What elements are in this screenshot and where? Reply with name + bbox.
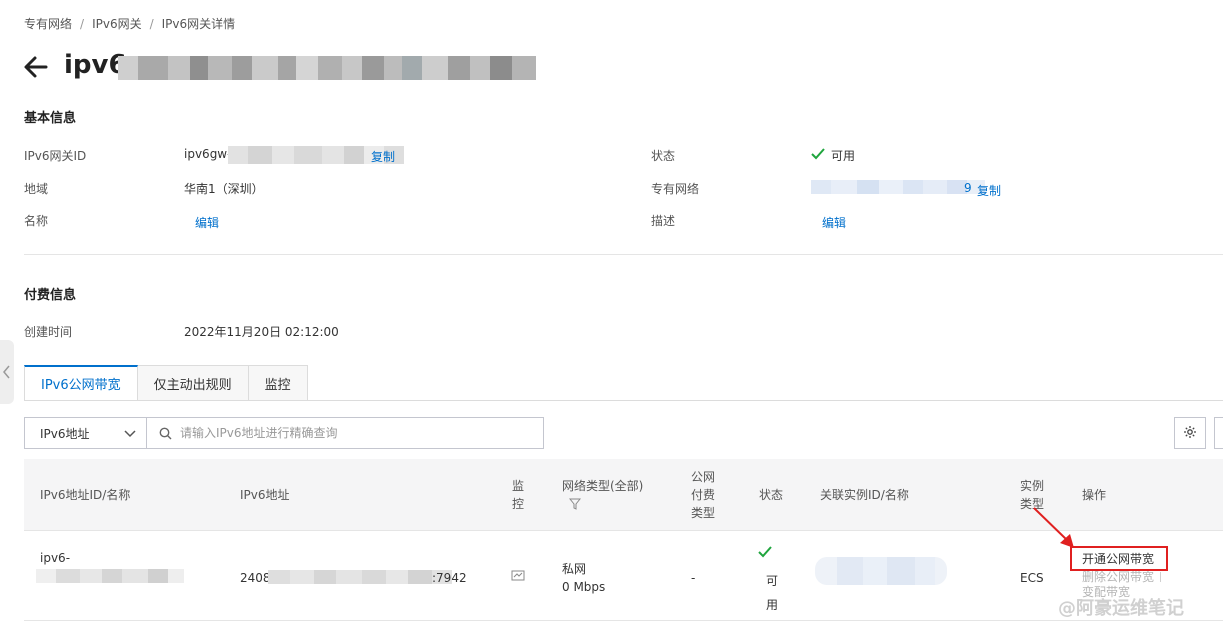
row-bandwidth: 0 Mbps <box>562 580 606 594</box>
tab-ipv6-public-bandwidth[interactable]: IPv6公网带宽 <box>24 365 138 401</box>
copy-gateway-id-link[interactable]: 复制 <box>371 148 395 165</box>
edit-name-link[interactable]: 编辑 <box>195 214 219 231</box>
action-divider <box>1160 572 1161 582</box>
status-value: 可用 <box>831 149 856 163</box>
breadcrumb-separator: / <box>149 17 154 31</box>
edit-description-link[interactable]: 编辑 <box>822 214 846 231</box>
row-address-redacted <box>268 570 452 584</box>
created-at-label: 创建时间 <box>24 325 73 339</box>
gateway-id-label: IPv6网关ID <box>24 149 87 163</box>
gateway-id-value: ipv6gw- <box>184 147 232 161</box>
tab-bar-underline <box>24 400 1223 401</box>
column-header-monitor: 监控 <box>512 479 525 511</box>
row-instance-type: ECS <box>1020 571 1044 585</box>
status-label: 状态 <box>651 149 676 163</box>
column-header-status: 状态 <box>759 488 784 502</box>
row-id-prefix: ipv6- <box>40 551 71 565</box>
row-billing-type: - <box>691 571 696 585</box>
name-label: 名称 <box>24 214 49 228</box>
search-icon <box>159 427 172 440</box>
status-check-icon <box>758 546 772 558</box>
sidebar-collapse-handle[interactable] <box>0 340 14 404</box>
created-at-value: 2022年11月20日 02:12:00 <box>184 325 339 339</box>
annotation-arrow <box>1033 507 1074 548</box>
annotation-highlight-box <box>1070 546 1168 571</box>
tab-monitor[interactable]: 监控 <box>248 365 308 401</box>
table-settings-button[interactable] <box>1174 417 1206 449</box>
description-label: 描述 <box>651 214 676 228</box>
row-id-redacted <box>36 569 184 583</box>
table-row-divider <box>24 620 1223 621</box>
search-box <box>146 417 544 449</box>
gear-icon <box>1183 425 1197 442</box>
column-header-address: IPv6地址 <box>240 488 290 502</box>
vpc-id-value[interactable]: 9 <box>964 181 972 195</box>
search-input[interactable] <box>180 426 520 440</box>
row-status: 可用 <box>766 574 779 612</box>
breadcrumb-separator: / <box>80 17 85 31</box>
column-header-actions: 操作 <box>1082 488 1107 502</box>
chevron-down-icon <box>124 428 136 438</box>
row-address-suffix: :7942 <box>432 571 467 585</box>
column-header-network-type[interactable]: 网络类型(全部) <box>562 477 643 495</box>
search-field-select-value: IPv6地址 <box>40 426 90 441</box>
row-address-prefix: 2408 <box>240 571 271 585</box>
search-field-select[interactable]: IPv6地址 <box>24 417 147 449</box>
region-value: 华南1（深圳） <box>184 182 264 196</box>
vpc-label: 专有网络 <box>651 182 700 196</box>
column-header-id-name: IPv6地址ID/名称 <box>40 488 131 502</box>
breadcrumb-item-vpc[interactable]: 专有网络 <box>24 17 72 31</box>
back-arrow-icon[interactable] <box>22 52 52 82</box>
breadcrumb-item-ipv6-gateway[interactable]: IPv6网关 <box>92 17 142 31</box>
billing-info-title: 付费信息 <box>24 288 77 303</box>
column-header-billing-type: 公网付费类型 <box>691 470 716 520</box>
vpc-id-redacted <box>811 180 985 194</box>
copy-vpc-id-link[interactable]: 复制 <box>977 182 1001 199</box>
filter-icon[interactable] <box>568 498 582 510</box>
row-instance-redacted <box>815 557 947 585</box>
section-divider <box>24 254 1223 255</box>
tab-egress-only-rules[interactable]: 仅主动出规则 <box>137 365 249 401</box>
column-header-instance: 关联实例ID/名称 <box>820 488 909 502</box>
row-network-type: 私网 <box>562 562 587 576</box>
breadcrumb-item-current: IPv6网关详情 <box>161 17 236 31</box>
table-extra-button[interactable] <box>1214 417 1223 449</box>
check-icon <box>811 148 825 160</box>
watermark: @阿豪运维笔记 <box>1058 598 1184 619</box>
monitor-icon[interactable] <box>511 570 525 582</box>
tab-bar: IPv6公网带宽 仅主动出规则 监控 <box>24 365 308 401</box>
basic-info-title: 基本信息 <box>24 111 77 126</box>
region-label: 地域 <box>24 182 49 196</box>
page-title-redacted <box>118 56 536 80</box>
breadcrumb: 专有网络 / IPv6网关 / IPv6网关详情 <box>24 15 235 32</box>
